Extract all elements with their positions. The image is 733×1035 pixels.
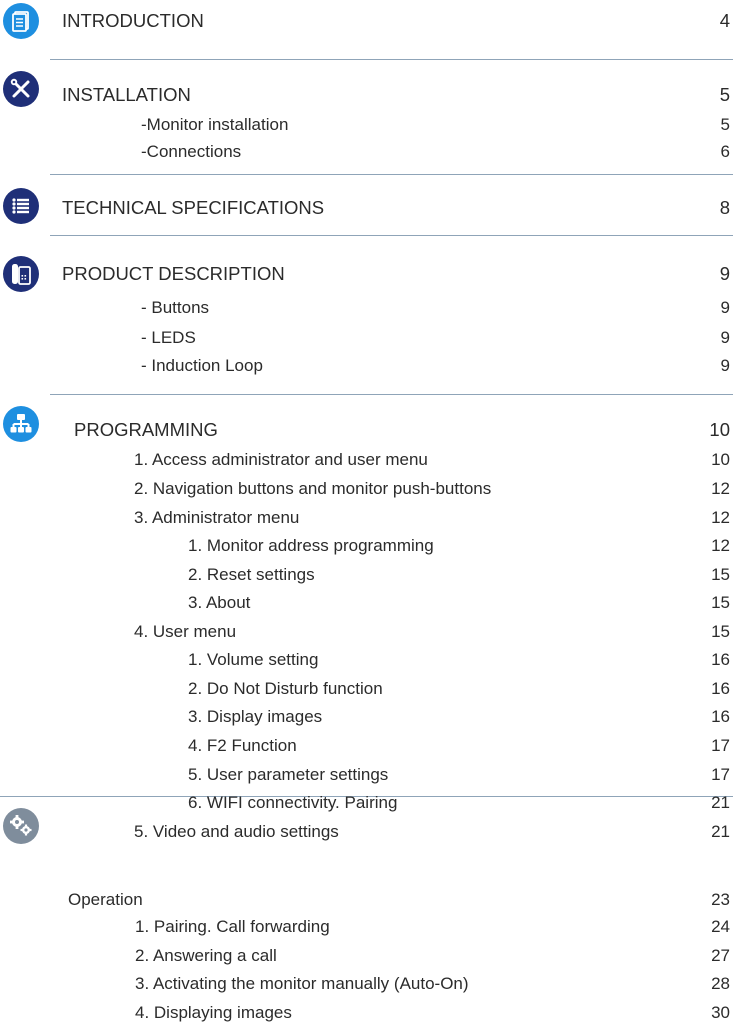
toc-page-number: 23 (711, 890, 730, 909)
toc-entry[interactable]: 3. Administrator menu 12 (0, 506, 733, 530)
toc-entry[interactable]: 2. Answering a call 27 (0, 944, 733, 968)
toc-page-number: 10 (709, 419, 730, 440)
toc-page-number: 5 (719, 84, 730, 105)
toc-subentry[interactable]: 2. Reset settings 15 (0, 563, 733, 587)
separator (50, 235, 733, 236)
toc-entry-label: 2. Reset settings (188, 565, 315, 584)
toc-heading-programming[interactable]: PROGRAMMING 10 (0, 418, 733, 442)
toc-page-number: 12 (711, 536, 730, 555)
toc-page-number: 30 (711, 1003, 730, 1022)
toc-entry-label: 4. Displaying images (135, 1003, 292, 1022)
toc-page-number: 15 (711, 593, 730, 612)
toc-heading-label: INSTALLATION (62, 84, 191, 105)
toc-entry-label: 3. Display images (188, 707, 323, 726)
toc-page-number: 9 (720, 328, 730, 347)
separator (50, 59, 733, 60)
toc-subentry[interactable]: 4. F2 Function 17 (0, 734, 733, 758)
toc-entry-label: 5. Video and audio settings (134, 822, 339, 841)
toc-subentry[interactable]: 3. Display images 16 (0, 705, 733, 729)
toc-subentry[interactable]: 2. Do Not Disturb function 16 (0, 677, 733, 701)
toc-entry-label: 1. Volume setting (188, 650, 319, 669)
toc-entry[interactable]: -Connections 6 (0, 140, 733, 164)
toc-heading-label: TECHNICAL SPECIFICATIONS (62, 197, 325, 218)
toc-page-number: 10 (711, 450, 730, 469)
toc-subentry[interactable]: 1. Volume setting 16 (0, 648, 733, 672)
toc-entry-label: 2. Do Not Disturb function (188, 679, 383, 698)
toc-page-number: 16 (711, 679, 730, 698)
toc-entry-label: 4. F2 Function (188, 736, 297, 755)
toc-page-number: 9 (720, 298, 730, 317)
toc-entry[interactable]: 4. User menu 15 (0, 620, 733, 644)
toc-heading-label: PROGRAMMING (74, 419, 218, 440)
toc-page-number: 16 (711, 707, 730, 726)
toc-page-number: 8 (719, 197, 730, 218)
toc-heading-product-description[interactable]: PRODUCT DESCRIPTION 9 (0, 262, 733, 286)
toc-subentry[interactable]: 1. Monitor address programming 12 (0, 534, 733, 558)
toc-entry[interactable]: 2. Navigation buttons and monitor push-b… (0, 477, 733, 501)
toc-entry-label: -Monitor installation (141, 115, 289, 134)
toc-entry-label: 3. Activating the monitor manually (Auto… (135, 974, 469, 993)
toc-entry-label: 2. Answering a call (135, 946, 277, 965)
toc-heading-operation[interactable]: Operation 23 (0, 888, 733, 912)
toc-entry-label: 1. Monitor address programming (188, 536, 434, 555)
toc-heading-label: Operation (68, 890, 143, 909)
toc-entry[interactable]: 1. Access administrator and user menu 10 (0, 448, 733, 472)
toc-page-number: 24 (711, 917, 730, 936)
toc-page-number: 21 (711, 793, 730, 812)
toc-page-number: 17 (711, 765, 730, 784)
toc-entry-label: -Connections (141, 142, 242, 161)
toc-entry[interactable]: 4. Displaying images 30 (0, 1001, 733, 1025)
toc-page-number: 4 (719, 10, 730, 31)
toc-entry-label: 1. Pairing. Call forwarding (135, 917, 330, 936)
toc-page-number: 6 (720, 142, 730, 161)
toc-entry[interactable]: - LEDS 9 (0, 326, 733, 350)
toc-entry-label: 3. Administrator menu (134, 508, 300, 527)
toc-page-number: 16 (711, 650, 730, 669)
toc-page-number: 12 (711, 508, 730, 527)
toc-page-number: 15 (711, 622, 730, 641)
toc-page-number: 21 (711, 822, 730, 841)
toc-entry[interactable]: - Buttons 9 (0, 296, 733, 320)
toc-entry-label: - Induction Loop (141, 356, 263, 375)
toc-page-number: 12 (711, 479, 730, 498)
toc-entry-label: - LEDS (141, 328, 196, 347)
toc-entry-label: 5. User parameter settings (188, 765, 389, 784)
toc-entry-label: - Buttons (141, 298, 210, 317)
toc-entry-label: 3. About (188, 593, 251, 612)
toc-page-number: 15 (711, 565, 730, 584)
toc-page-number: 5 (720, 115, 730, 134)
toc-entry[interactable]: -Monitor installation 5 (0, 113, 733, 137)
toc-entry-label: 4. User menu (134, 622, 237, 641)
toc-subentry[interactable]: 3. About 15 (0, 591, 733, 615)
toc-entry-label: 6. WIFI connectivity. Pairing (188, 793, 398, 812)
toc-page-number: 17 (711, 736, 730, 755)
toc-entry[interactable]: - Induction Loop 9 (0, 354, 733, 378)
toc-subentry[interactable]: 6. WIFI connectivity. Pairing 21 (0, 791, 733, 815)
toc-heading-label: PRODUCT DESCRIPTION (62, 263, 285, 284)
toc-subentry[interactable]: 5. User parameter settings 17 (0, 763, 733, 787)
toc-heading-introduction[interactable]: INTRODUCTION 4 (0, 9, 733, 33)
toc-entry[interactable]: 5. Video and audio settings 21 (0, 820, 733, 844)
toc-page-number: 27 (711, 946, 730, 965)
toc-page-number: 28 (711, 974, 730, 993)
separator (50, 174, 733, 175)
separator (50, 394, 733, 395)
toc-entry[interactable]: 3. Activating the monitor manually (Auto… (0, 972, 733, 996)
toc-heading-installation[interactable]: INSTALLATION 5 (0, 83, 733, 107)
toc-heading-label: INTRODUCTION (62, 10, 204, 31)
toc-page-number: 9 (719, 263, 730, 284)
toc-entry-label: 2. Navigation buttons and monitor push-b… (134, 479, 492, 498)
toc-entry-label: 1. Access administrator and user menu (134, 450, 428, 469)
toc-entry[interactable]: 1. Pairing. Call forwarding 24 (0, 915, 733, 939)
toc-page-number: 9 (720, 356, 730, 375)
toc-heading-technical-specifications[interactable]: TECHNICAL SPECIFICATIONS 8 (0, 196, 733, 220)
